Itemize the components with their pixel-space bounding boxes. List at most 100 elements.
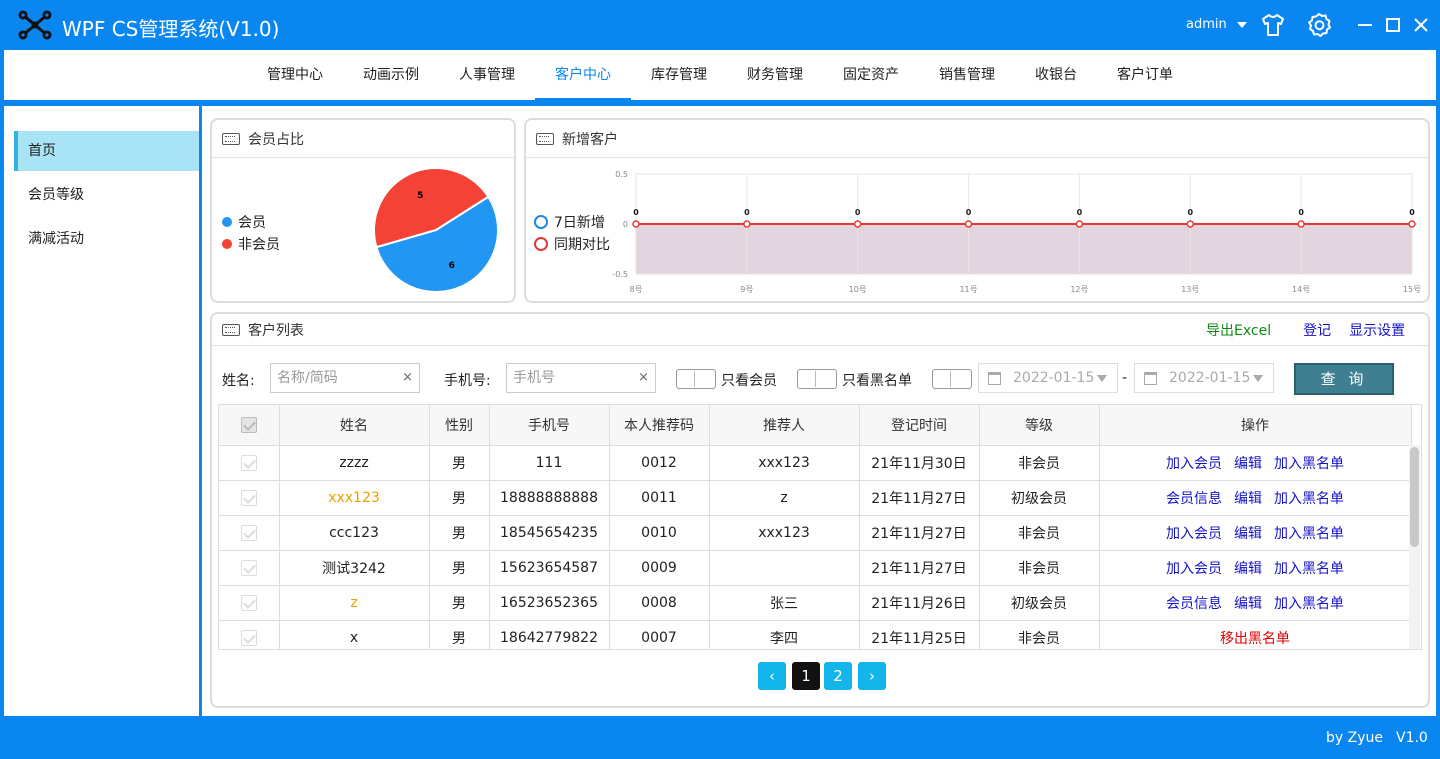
nav-item-sales[interactable]: 销售管理 [923, 50, 1011, 100]
select-cell[interactable] [219, 550, 280, 586]
footer-version: V1.0 [1396, 730, 1428, 746]
row-action-link[interactable]: 编辑 [1234, 561, 1262, 577]
minimize-icon[interactable] [1354, 14, 1376, 36]
select-cell[interactable] [219, 585, 280, 621]
referral-code-cell: 0011 [609, 480, 710, 516]
pagination-page-2[interactable]: 2 [824, 662, 852, 690]
phone-cell: 18545654235 [489, 515, 610, 551]
nav-item-hr[interactable]: 人事管理 [443, 50, 531, 100]
referrer-cell: 李四 [709, 620, 860, 649]
referral-code-cell: 0010 [609, 515, 710, 551]
x-tick-label: 13号 [1181, 285, 1199, 294]
row-action-link[interactable]: 会员信息 [1166, 596, 1222, 612]
date-filter-toggle[interactable] [932, 369, 972, 389]
column-header: 等级 [979, 405, 1100, 446]
row-action-link[interactable]: 加入会员 [1166, 561, 1222, 577]
data-label: 0 [966, 208, 972, 217]
table-row[interactable]: z 男 16523652365 0008 张三 21年11月26日 初级会员 会员信息 编辑 加入… [219, 585, 1412, 621]
register-button[interactable]: 登记 [1303, 320, 1331, 340]
sidebar-item-home[interactable]: 首页 [14, 131, 199, 171]
pagination-page-1[interactable]: 1 [792, 662, 820, 690]
y-tick-label: 0.5 [615, 170, 628, 179]
nav-item-fixed-assets[interactable]: 固定资产 [827, 50, 915, 100]
select-cell[interactable] [219, 620, 280, 649]
table-row[interactable]: x 男 18642779822 0007 李四 21年11月25日 非会员 移出黑名单 [219, 620, 1412, 649]
sidebar: 首页 会员等级 满减活动 [4, 106, 200, 716]
referral-code-cell: 0012 [609, 445, 710, 481]
x-tick-label: 12号 [1070, 285, 1088, 294]
row-action-link[interactable]: 加入黑名单 [1274, 526, 1344, 542]
placeholder-text: 手机号 [513, 370, 555, 386]
referrer-cell: z [709, 480, 860, 516]
select-cell[interactable] [219, 445, 280, 481]
row-checkbox[interactable] [240, 594, 257, 611]
member-only-toggle[interactable] [676, 369, 716, 389]
select-cell[interactable] [219, 515, 280, 551]
register-time-cell: 21年11月27日 [859, 480, 980, 516]
user-menu[interactable]: admin [1186, 17, 1247, 32]
referrer-cell: 张三 [709, 585, 860, 621]
select-all-checkbox[interactable] [240, 416, 257, 433]
new-customers-card: 新增客户 7日新增 同期对比 0.5 0 -0.5 8号 9号 10号 11号 12号 13号 1… [524, 118, 1430, 303]
nav-item-customer-orders[interactable]: 客户订单 [1101, 50, 1189, 100]
close-icon[interactable] [1410, 14, 1432, 36]
gender-cell: 男 [429, 515, 490, 551]
row-action-link[interactable]: 编辑 [1234, 596, 1262, 612]
row-action-link[interactable]: 编辑 [1234, 526, 1262, 542]
data-label: 0 [1298, 208, 1304, 217]
pagination-next-button[interactable]: › [858, 662, 886, 690]
table-row[interactable]: xxx123 男 18888888888 0011 z 21年11月27日 初级会员 会员信息… [219, 480, 1412, 516]
select-all-header[interactable] [219, 405, 280, 446]
gear-icon[interactable] [1306, 12, 1332, 38]
table-row[interactable]: 测试3242 男 15623654587 0009 21年11月27日 非会员 加入会员 编辑… [219, 550, 1412, 586]
nav-item-cashier[interactable]: 收银台 [1019, 50, 1093, 100]
export-excel-button[interactable]: 导出Excel [1206, 320, 1271, 340]
date-end-picker[interactable]: 2022-01-15 [1134, 363, 1274, 393]
table-scrollbar[interactable] [1409, 445, 1420, 649]
select-cell[interactable] [219, 480, 280, 516]
row-checkbox[interactable] [240, 629, 257, 646]
sidebar-item-discount-activity[interactable]: 满减活动 [14, 219, 199, 259]
clear-icon[interactable]: × [638, 364, 649, 392]
row-action-link[interactable]: 加入黑名单 [1274, 596, 1344, 612]
row-action-link[interactable]: 加入黑名单 [1274, 561, 1344, 577]
scrollbar-thumb[interactable] [1410, 447, 1419, 547]
legend-item-7day-new: 7日新增 [534, 212, 605, 232]
nav-item-inventory[interactable]: 库存管理 [635, 50, 723, 100]
row-action-link[interactable]: 加入会员 [1166, 456, 1222, 472]
display-settings-button[interactable]: 显示设置 [1349, 320, 1405, 340]
phone-search-input[interactable]: 手机号 × [506, 363, 656, 393]
table-row[interactable]: zzzz 男 111 0012 xxx123 21年11月30日 非会员 加入会员 编辑 加入黑名… [219, 445, 1412, 481]
row-action-link[interactable]: 加入黑名单 [1274, 456, 1344, 472]
row-action-link[interactable]: 移出黑名单 [1220, 631, 1290, 647]
gender-cell: 男 [429, 550, 490, 586]
nav-item-management-center[interactable]: 管理中心 [251, 50, 339, 100]
row-action-link[interactable]: 编辑 [1234, 491, 1262, 507]
row-checkbox[interactable] [240, 454, 257, 471]
row-checkbox[interactable] [240, 559, 257, 576]
pagination-prev-button[interactable]: ‹ [758, 662, 786, 690]
row-checkbox[interactable] [240, 524, 257, 541]
calendar-icon [1144, 372, 1157, 385]
blacklist-only-toggle[interactable] [797, 369, 837, 389]
table-row[interactable]: ccc123 男 18545654235 0010 xxx123 21年11月27日 非会员… [219, 515, 1412, 551]
row-action-link[interactable]: 加入会员 [1166, 526, 1222, 542]
nav-item-finance[interactable]: 财务管理 [731, 50, 819, 100]
row-action-link[interactable]: 编辑 [1234, 456, 1262, 472]
row-action-link[interactable]: 加入黑名单 [1274, 491, 1344, 507]
row-checkbox[interactable] [240, 489, 257, 506]
query-button[interactable]: 查 询 [1294, 363, 1394, 395]
maximize-icon[interactable] [1382, 14, 1404, 36]
sidebar-item-member-level[interactable]: 会员等级 [14, 175, 199, 215]
name-search-input[interactable]: 名称/简码 × [270, 363, 420, 393]
level-cell: 非会员 [979, 515, 1100, 551]
row-action-link[interactable]: 会员信息 [1166, 491, 1222, 507]
skin-shirt-icon[interactable] [1260, 12, 1286, 38]
nav-item-customer-center[interactable]: 客户中心 [535, 50, 631, 100]
gender-cell: 男 [429, 620, 490, 649]
date-start-picker[interactable]: 2022-01-15 [978, 363, 1118, 393]
referrer-cell [709, 550, 860, 586]
clear-icon[interactable]: × [402, 364, 413, 392]
app-logo-icon [18, 10, 52, 40]
nav-item-animation-demo[interactable]: 动画示例 [347, 50, 435, 100]
